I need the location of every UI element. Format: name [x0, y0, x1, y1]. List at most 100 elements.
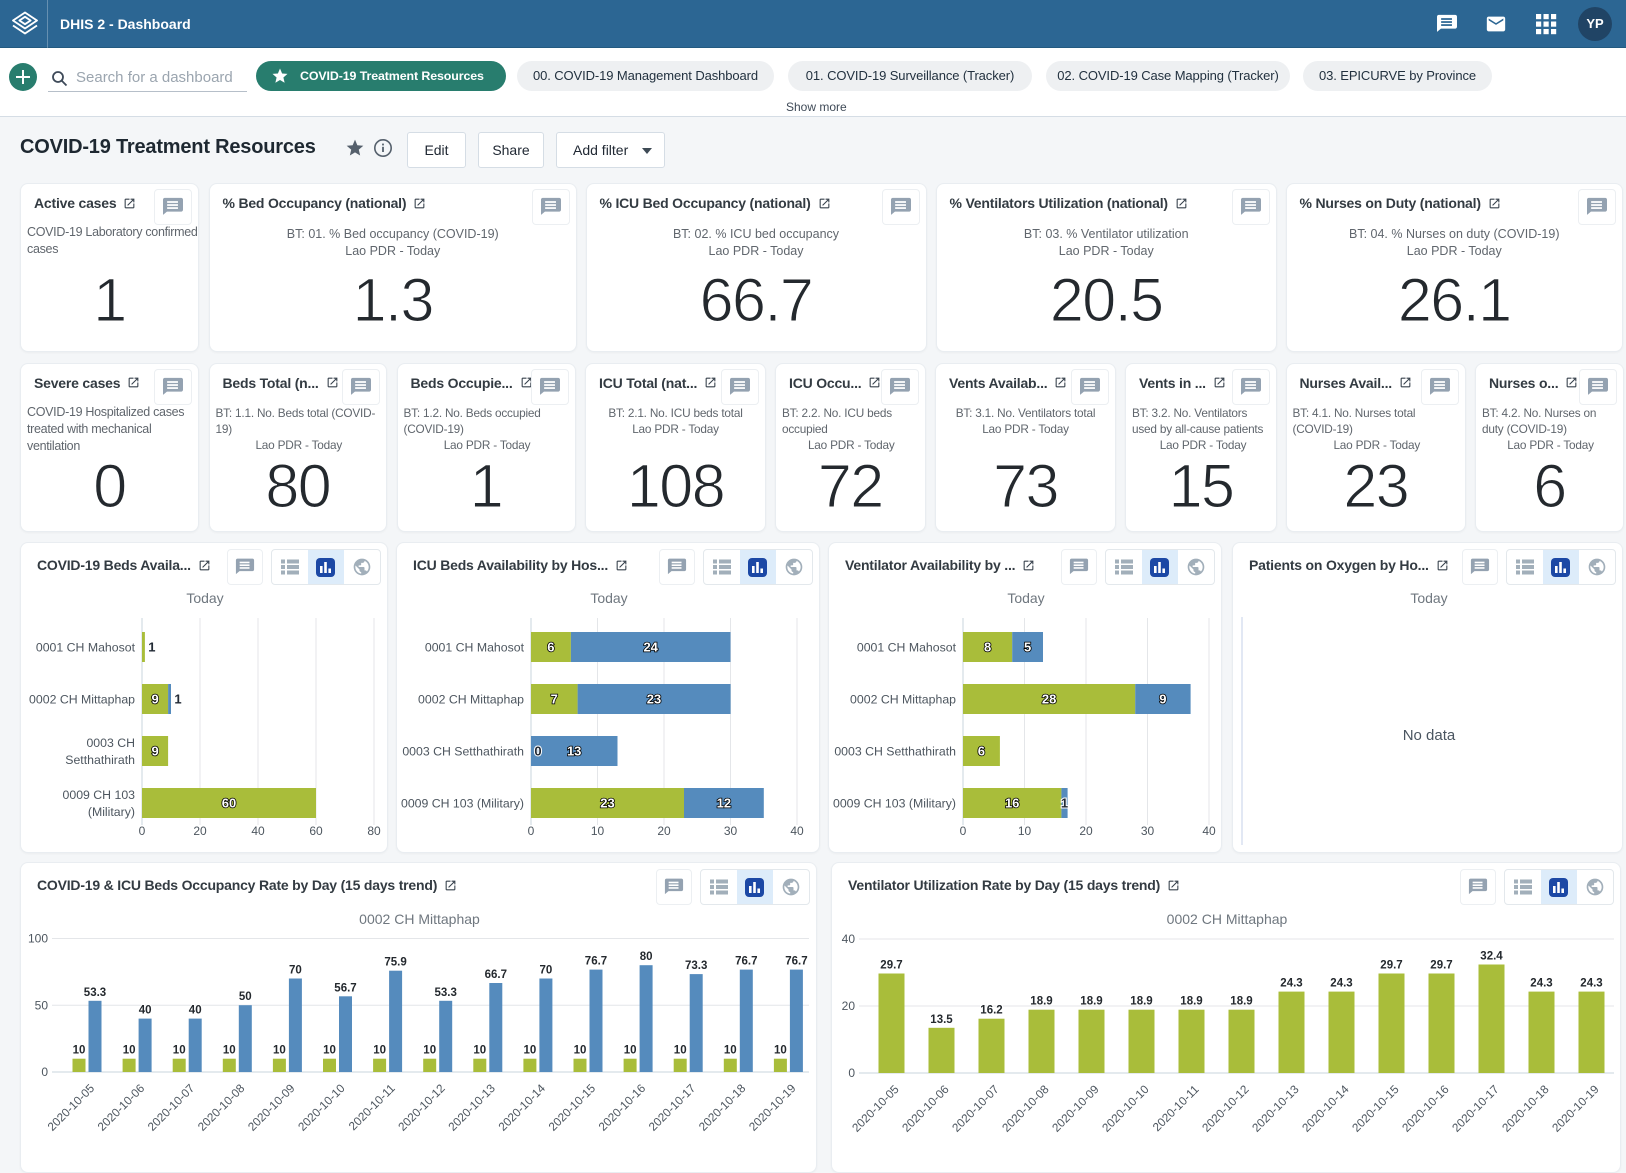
- svg-text:18.9: 18.9: [1130, 996, 1152, 1008]
- svg-text:29.7: 29.7: [1380, 960, 1402, 972]
- svg-text:0: 0: [528, 824, 535, 838]
- svg-text:76.7: 76.7: [785, 956, 807, 968]
- svg-text:2020-10-11: 2020-10-11: [346, 1081, 398, 1133]
- svg-text:18.9: 18.9: [1030, 996, 1052, 1008]
- svg-text:60: 60: [222, 796, 236, 811]
- svg-text:56.7: 56.7: [334, 982, 356, 994]
- svg-text:2020-10-12: 2020-10-12: [395, 1081, 448, 1134]
- svg-text:2020-10-18: 2020-10-18: [1499, 1082, 1552, 1135]
- svg-text:2020-10-05: 2020-10-05: [849, 1082, 902, 1135]
- svg-text:66.7: 66.7: [485, 969, 507, 981]
- svg-text:0009 CH 103 (Military): 0009 CH 103 (Military): [401, 797, 524, 811]
- svg-text:0009 CH 103 (Military): 0009 CH 103 (Military): [833, 797, 956, 811]
- svg-text:40: 40: [1202, 824, 1216, 838]
- svg-text:7: 7: [551, 692, 558, 707]
- svg-text:40: 40: [189, 1005, 202, 1017]
- svg-text:40: 40: [790, 824, 804, 838]
- svg-text:40: 40: [842, 932, 856, 946]
- svg-text:10: 10: [173, 1045, 186, 1057]
- svg-text:Today: Today: [186, 590, 223, 606]
- svg-text:20: 20: [657, 824, 671, 838]
- svg-text:2020-10-12: 2020-10-12: [1199, 1082, 1252, 1135]
- svg-text:24.3: 24.3: [1280, 978, 1302, 990]
- svg-text:0001 CH Mahosot: 0001 CH Mahosot: [857, 641, 957, 655]
- svg-text:76.7: 76.7: [735, 956, 757, 968]
- svg-text:10: 10: [1018, 824, 1032, 838]
- svg-text:30: 30: [724, 824, 738, 838]
- svg-text:53.3: 53.3: [435, 987, 457, 999]
- svg-text:8: 8: [984, 640, 991, 655]
- svg-text:2020-10-19: 2020-10-19: [746, 1081, 799, 1134]
- svg-text:13.5: 13.5: [930, 1014, 953, 1026]
- svg-text:10: 10: [423, 1045, 436, 1057]
- svg-text:0: 0: [41, 1065, 48, 1079]
- svg-text:29.7: 29.7: [880, 960, 902, 972]
- svg-text:1: 1: [148, 640, 155, 655]
- svg-text:9: 9: [1159, 692, 1166, 707]
- svg-text:76.7: 76.7: [585, 956, 607, 968]
- svg-text:23: 23: [600, 796, 614, 811]
- svg-text:53.3: 53.3: [84, 987, 106, 999]
- svg-text:2020-10-09: 2020-10-09: [1049, 1082, 1102, 1135]
- svg-text:10: 10: [323, 1045, 336, 1057]
- svg-text:24.3: 24.3: [1330, 978, 1352, 990]
- svg-text:2020-10-18: 2020-10-18: [696, 1081, 749, 1134]
- svg-text:10: 10: [524, 1045, 537, 1057]
- svg-text:9: 9: [151, 692, 158, 707]
- svg-text:0: 0: [848, 1066, 855, 1080]
- svg-text:2020-10-06: 2020-10-06: [899, 1082, 952, 1135]
- svg-text:10: 10: [674, 1045, 687, 1057]
- svg-text:5: 5: [1024, 640, 1031, 655]
- svg-text:10: 10: [774, 1045, 787, 1057]
- svg-text:10: 10: [273, 1045, 286, 1057]
- svg-text:20: 20: [1079, 824, 1093, 838]
- svg-text:0002 CH Mittaphap: 0002 CH Mittaphap: [418, 693, 524, 707]
- svg-text:50: 50: [239, 991, 252, 1003]
- svg-text:9: 9: [151, 744, 158, 759]
- svg-text:0002 CH Mittaphap: 0002 CH Mittaphap: [850, 693, 956, 707]
- svg-text:0003 CH: 0003 CH: [86, 736, 135, 750]
- svg-text:80: 80: [640, 951, 653, 963]
- svg-text:6: 6: [547, 640, 554, 655]
- svg-text:60: 60: [309, 824, 323, 838]
- svg-text:(Military): (Military): [88, 805, 135, 819]
- svg-text:2020-10-17: 2020-10-17: [646, 1081, 699, 1134]
- svg-text:2020-10-17: 2020-10-17: [1449, 1082, 1502, 1135]
- svg-text:0001 CH Mahosot: 0001 CH Mahosot: [425, 641, 525, 655]
- svg-text:40: 40: [139, 1005, 152, 1017]
- svg-text:2020-10-15: 2020-10-15: [1349, 1082, 1402, 1135]
- svg-text:70: 70: [540, 965, 553, 977]
- svg-text:18.9: 18.9: [1180, 996, 1202, 1008]
- svg-text:2020-10-09: 2020-10-09: [245, 1081, 298, 1134]
- svg-text:Today: Today: [1410, 590, 1447, 606]
- svg-text:10: 10: [73, 1045, 86, 1057]
- svg-text:30: 30: [1141, 824, 1155, 838]
- svg-text:0: 0: [139, 824, 146, 838]
- svg-text:29.7: 29.7: [1430, 960, 1452, 972]
- svg-text:2020-10-16: 2020-10-16: [596, 1081, 649, 1134]
- svg-text:2020-10-11: 2020-10-11: [1150, 1082, 1202, 1134]
- svg-text:24.3: 24.3: [1580, 978, 1602, 990]
- svg-text:80: 80: [367, 824, 381, 838]
- svg-text:0003 CH Setthathirath: 0003 CH Setthathirath: [402, 745, 524, 759]
- svg-text:24.3: 24.3: [1530, 978, 1552, 990]
- svg-text:2020-10-07: 2020-10-07: [949, 1082, 1002, 1135]
- svg-text:32.4: 32.4: [1480, 951, 1503, 963]
- svg-text:1: 1: [174, 692, 181, 707]
- svg-text:100: 100: [28, 932, 48, 946]
- svg-text:20: 20: [842, 999, 856, 1013]
- svg-text:10: 10: [223, 1045, 236, 1057]
- svg-text:2020-10-05: 2020-10-05: [45, 1081, 98, 1134]
- svg-text:2020-10-14: 2020-10-14: [495, 1081, 548, 1134]
- svg-text:2020-10-15: 2020-10-15: [546, 1081, 599, 1134]
- svg-text:75.9: 75.9: [384, 957, 406, 969]
- svg-text:73.3: 73.3: [685, 960, 707, 972]
- svg-text:10: 10: [574, 1045, 587, 1057]
- svg-text:24: 24: [643, 640, 658, 655]
- svg-text:2020-10-16: 2020-10-16: [1399, 1082, 1452, 1135]
- svg-text:18.9: 18.9: [1080, 996, 1102, 1008]
- svg-text:10: 10: [123, 1045, 136, 1057]
- svg-text:18.9: 18.9: [1230, 996, 1252, 1008]
- svg-text:40: 40: [251, 824, 265, 838]
- svg-text:0002 CH Mittaphap: 0002 CH Mittaphap: [1167, 911, 1288, 927]
